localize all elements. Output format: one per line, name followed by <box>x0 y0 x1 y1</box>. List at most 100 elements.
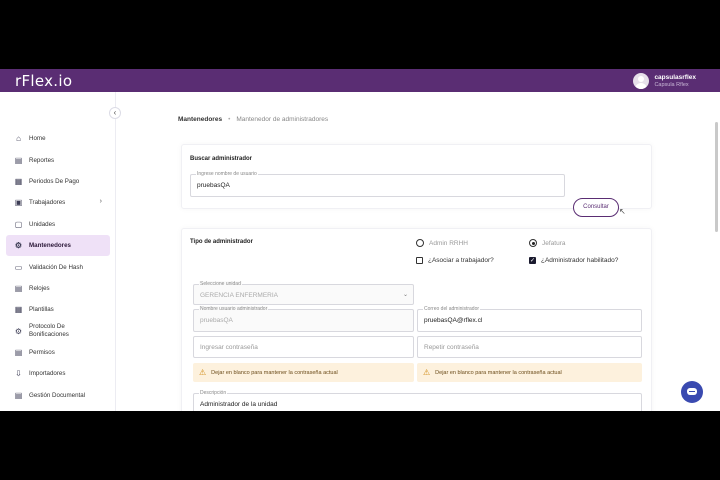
checkbox-asociar-trabajador[interactable]: ¿Asociar a trabajador? <box>416 257 494 264</box>
chevron-down-icon: ⌄ <box>402 292 408 298</box>
checkbox-box[interactable] <box>416 257 423 264</box>
description-value: Administrador de la unidad <box>200 401 278 408</box>
template-icon: ▦ <box>14 305 23 315</box>
breadcrumb-current: Mantenedor de administradores <box>236 116 329 123</box>
sidebar-item-protocolo[interactable]: ⚙ Protocolo De Bonificaciones <box>6 321 110 342</box>
admin-type-title: Tipo de administrador <box>190 239 253 245</box>
chevron-right-icon: › <box>99 198 102 206</box>
admin-username-field[interactable]: Nombre usuario administrador pruebasQA <box>193 306 414 332</box>
workers-icon: ▣ <box>14 198 23 208</box>
sidebar-item-label: Importadores <box>29 370 66 378</box>
import-icon: ⇩ <box>15 369 22 379</box>
password-warning: ⚠ Dejar en blanco para mantener la contra… <box>193 363 414 382</box>
settings-icon: ⚙ <box>14 241 23 251</box>
radio-circle-selected[interactable] <box>529 239 537 247</box>
checkmark-icon[interactable]: ✓ <box>529 257 536 264</box>
sidebar-item-importadores[interactable]: ⇩ Importadores <box>6 363 110 384</box>
app-window: rFlex.io capsulasrflex Capsula Rflex ⌂ Ho… <box>0 69 720 411</box>
units-icon: ▢ <box>14 219 23 229</box>
radio-label: Admin RRHH <box>429 239 469 247</box>
admin-email-label: Correo del administrador <box>423 306 481 312</box>
warning-text: Dejar en blanco para mantener la contras… <box>435 369 562 376</box>
sidebar-item-label: Home <box>29 135 46 143</box>
scrollbar[interactable] <box>715 122 718 232</box>
radio-label: Jefatura <box>542 239 566 247</box>
admin-type-card: Tipo de administrador Admin RRHH Jefatur… <box>181 228 652 411</box>
username-search-field[interactable]: Ingrese nombre de usuario pruebasQA <box>190 171 565 197</box>
repeat-password-warning: ⚠ Dejar en blanco para mantener la contra… <box>417 363 642 382</box>
radio-circle[interactable] <box>416 239 424 247</box>
admin-username-label: Nombre usuario administrador <box>199 306 269 312</box>
unit-select[interactable]: Seleccione unidad GERENCIA ENFERMERIA ⌄ <box>193 281 414 305</box>
app-logo: rFlex.io <box>15 72 73 90</box>
sidebar-item-label: Validación De Hash <box>29 263 83 271</box>
sidebar-item-permisos[interactable]: ▤ Permisos <box>6 342 110 363</box>
sidebar: ⌂ Home ▤ Reportes ▦ Periodos De Pago ▣ Traba… <box>0 92 116 411</box>
unit-select-value: GERENCIA ENFERMERIA <box>200 292 279 299</box>
admin-email-field[interactable]: Correo del administrador pruebasQA@rflex… <box>417 306 642 332</box>
description-label: Descripción <box>199 390 228 396</box>
sidebar-item-relojes[interactable]: ▤ Relojes <box>6 278 110 299</box>
documents-icon: ▤ <box>14 390 23 400</box>
sidebar-item-label: Permisos <box>29 349 55 357</box>
bonus-icon: ⚙ <box>14 326 23 336</box>
checkbox-administrador-habilitado[interactable]: ✓ ¿Administrador habilitado? <box>529 257 618 264</box>
sidebar-item-gestion-documental[interactable]: ▤ Gestión Documental <box>6 385 110 406</box>
sidebar-item-label: Unidades <box>29 220 56 228</box>
repeat-password-placeholder: Repetir contraseña <box>424 344 479 351</box>
calendar-icon: ▦ <box>14 176 23 186</box>
username-search-value: pruebasQA <box>197 182 230 189</box>
description-field[interactable]: Descripción Administrador de la unidad <box>193 390 642 411</box>
consultar-button[interactable]: Consultar <box>573 198 619 217</box>
user-subtitle: Capsula Rflex <box>654 81 689 88</box>
permissions-icon: ▤ <box>14 348 23 358</box>
sidebar-item-mantenedores[interactable]: ⚙ Mantenedores <box>6 234 110 257</box>
sidebar-item-label: Protocolo De Bonificaciones <box>29 323 69 339</box>
breadcrumb-root[interactable]: Mantenedores <box>178 116 222 123</box>
sidebar-item-label: Relojes <box>29 284 50 292</box>
sidebar-item-unidades[interactable]: ▢ Unidades <box>6 214 110 235</box>
breadcrumb: Mantenedores • Mantenedor de administrad… <box>178 116 328 123</box>
sidebar-item-reportes[interactable]: ▤ Reportes <box>6 149 110 170</box>
sidebar-item-home[interactable]: ⌂ Home <box>6 128 110 149</box>
warning-icon: ⚠ <box>199 368 207 377</box>
home-icon: ⌂ <box>16 134 21 144</box>
search-card-title: Buscar administrador <box>190 156 253 162</box>
report-icon: ▤ <box>14 155 23 165</box>
sidebar-item-label: Mantenedores <box>29 242 71 250</box>
checkbox-label: ¿Administrador habilitado? <box>541 257 619 264</box>
radio-jefatura[interactable]: Jefatura <box>529 239 566 247</box>
username-search-label: Ingrese nombre de usuario <box>196 171 258 177</box>
checkbox-label: ¿Asociar a trabajador? <box>428 257 494 264</box>
sidebar-item-label: Gestión Documental <box>29 391 86 399</box>
chat-button[interactable] <box>681 381 703 403</box>
password-field[interactable]: Ingresar contraseña <box>193 336 414 358</box>
radio-admin-rrhh[interactable]: Admin RRHH <box>416 239 468 247</box>
user-menu[interactable]: capsulasrflex Capsula Rflex <box>633 72 696 90</box>
admin-username-value: pruebasQA <box>200 317 233 324</box>
sidebar-item-plantillas[interactable]: ▦ Plantillas <box>6 299 110 320</box>
admin-email-value: pruebasQA@rflex.cl <box>424 317 483 324</box>
sidebar-item-periodos[interactable]: ▦ Periodos De Pago <box>6 171 110 192</box>
unit-select-label: Seleccione unidad <box>199 281 242 287</box>
sidebar-item-validacion-hash[interactable]: ▭ Validación De Hash <box>6 256 110 277</box>
sidebar-item-label: Plantillas <box>29 306 54 314</box>
chat-bubble-icon <box>687 388 697 395</box>
hash-icon: ▭ <box>14 262 23 272</box>
sidebar-item-trabajadores[interactable]: ▣ Trabajadores › <box>6 192 110 213</box>
clock-icon: ▤ <box>14 283 23 293</box>
mouse-cursor-icon: ↖ <box>619 207 626 216</box>
sidebar-item-label: Periodos De Pago <box>29 177 80 185</box>
sidebar-nav: ⌂ Home ▤ Reportes ▦ Periodos De Pago ▣ Traba… <box>6 128 110 406</box>
sidebar-item-label: Trabajadores <box>29 199 66 207</box>
password-placeholder: Ingresar contraseña <box>200 344 258 351</box>
sidebar-item-label: Reportes <box>29 156 55 164</box>
chevron-left-icon[interactable]: ‹ <box>109 107 121 119</box>
breadcrumb-separator: • <box>228 116 231 123</box>
warning-icon: ⚠ <box>423 368 431 377</box>
top-bar: rFlex.io capsulasrflex Capsula Rflex <box>0 69 720 92</box>
repeat-password-field[interactable]: Repetir contraseña <box>417 336 642 358</box>
avatar[interactable] <box>633 73 650 89</box>
main-content: Mantenedores • Mantenedor de administrad… <box>117 92 720 411</box>
warning-text: Dejar en blanco para mantener la contras… <box>211 369 338 376</box>
